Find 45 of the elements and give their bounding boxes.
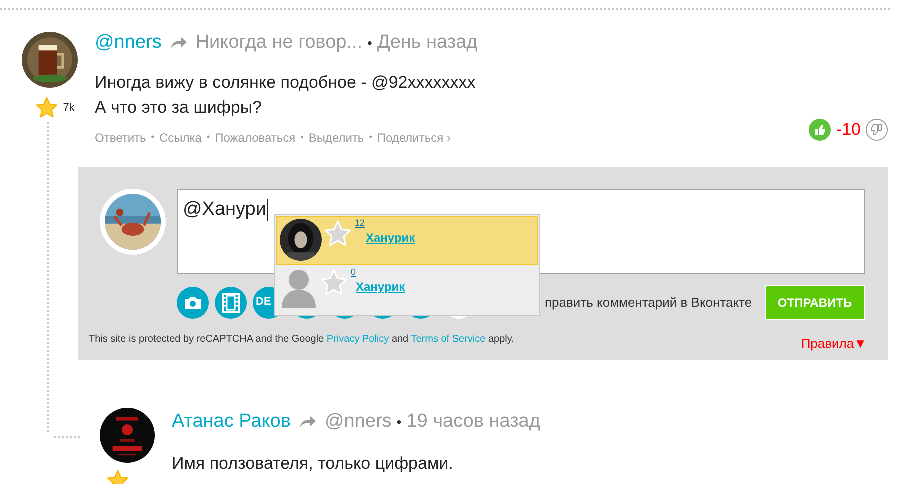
separator: • — [369, 130, 372, 144]
author-link[interactable]: @nners — [95, 29, 162, 58]
action-link[interactable]: Выделить — [308, 128, 364, 146]
film-icon — [222, 292, 240, 312]
comment-text: Иногда вижу в солянке подобное - @92xxxxxxxx — [95, 72, 477, 94]
crosspost-label: править комментарий в Вконтакте — [545, 294, 752, 312]
recaptcha-notice: This site is protected by reCAPTCHA and the Google Privacy Policy and Terms of Service apply. — [89, 333, 514, 347]
author-link[interactable]: Атанас Раков — [172, 408, 291, 436]
rules-link[interactable]: Правила▼ — [801, 334, 867, 353]
camera-icon — [183, 294, 203, 310]
submit-button[interactable]: ОТПРАВИТЬ — [765, 285, 865, 320]
star-icon — [319, 268, 349, 298]
privacy-link[interactable]: Privacy Policy — [326, 334, 390, 345]
action-link[interactable]: Пожаловаться — [215, 128, 296, 146]
separator: • — [206, 130, 210, 144]
rating-value: 7k — [63, 100, 75, 116]
timestamp: День назад — [377, 31, 478, 55]
dislike-button[interactable] — [866, 118, 888, 140]
star-icon — [323, 219, 353, 249]
comment-text: А что это за шифры? — [95, 96, 263, 118]
terms-link[interactable]: Terms of Service — [411, 334, 486, 345]
reply-arrow-icon — [298, 415, 317, 430]
thumbs-down-icon — [871, 124, 883, 136]
vote-score: -10 — [836, 118, 861, 141]
username-link[interactable]: Ханурик — [356, 278, 406, 296]
action-link[interactable]: Поделиться › — [377, 128, 451, 146]
timestamp: 19 часов назад — [406, 410, 540, 434]
reply-to-link[interactable]: Никогда не говор... — [196, 29, 363, 58]
username-link[interactable]: Ханурик — [366, 229, 416, 247]
suggestion-item[interactable]: 12 Ханурик — [276, 216, 538, 265]
separator: • — [368, 34, 372, 53]
action-link[interactable]: Ответить — [95, 128, 146, 146]
separator: • — [300, 130, 304, 144]
reply-arrow-icon — [170, 36, 188, 50]
rating-count: 12 — [355, 217, 366, 229]
thumbs-up-icon — [814, 124, 826, 136]
like-button[interactable] — [809, 118, 832, 140]
separator: • — [396, 412, 402, 432]
separator: • — [151, 130, 154, 144]
action-link[interactable]: Ссылка — [159, 128, 202, 146]
reply-to-link[interactable]: @nners — [324, 408, 392, 436]
camera-button[interactable] — [177, 286, 209, 318]
comment-text: Имя ползователя, только цифрами. — [172, 452, 454, 474]
video-button[interactable] — [215, 286, 247, 318]
star-icon — [35, 96, 60, 120]
